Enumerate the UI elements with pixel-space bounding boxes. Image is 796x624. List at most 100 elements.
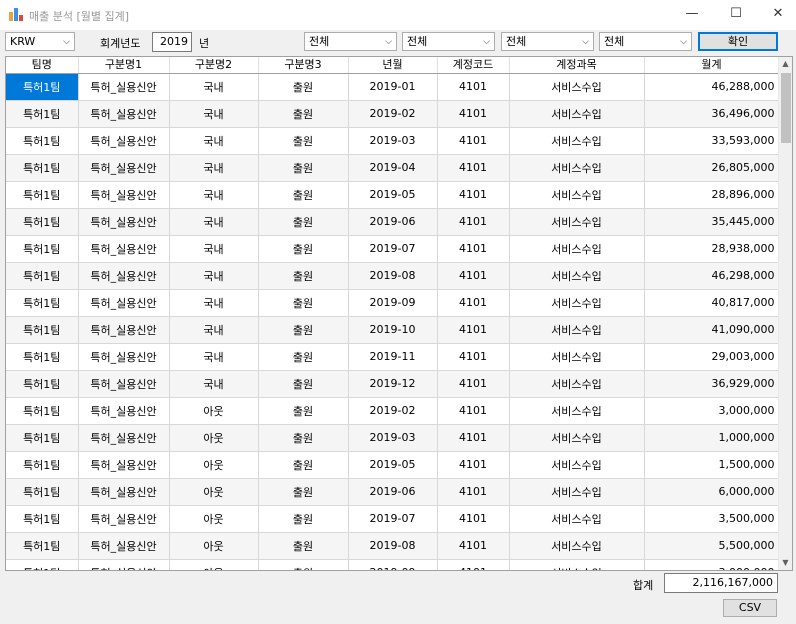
maximize-button[interactable]: ☐ — [718, 0, 754, 30]
table-cell[interactable]: 4101 — [437, 154, 510, 182]
table-cell[interactable]: 35,445,000 — [644, 208, 780, 236]
table-cell[interactable]: 서비스수입 — [509, 397, 645, 425]
table-cell[interactable]: 특허1팀 — [6, 181, 79, 209]
table-cell[interactable]: 2019-01 — [348, 73, 438, 101]
table-cell[interactable]: 아웃 — [169, 478, 259, 506]
table-row[interactable]: 특허1팀 특허_실용신안 아웃 출원 2019-03 4101 서비스수입 1,000,000 — [6, 424, 780, 452]
column-header[interactable]: 년월 — [348, 57, 438, 74]
table-row[interactable]: 특허1팀 특허_실용신안 국내 출원 2019-08 4101 서비스수입 46,298,00… — [6, 262, 780, 290]
category3-select[interactable]: 전체 ⌵ — [501, 32, 594, 51]
table-cell[interactable]: 특허1팀 — [6, 289, 79, 317]
category1-select[interactable]: 전체 ⌵ — [304, 32, 397, 51]
table-cell[interactable]: 서비스수입 — [509, 154, 645, 182]
table-row[interactable]: 특허1팀 특허_실용신안 국내 출원 2019-05 4101 서비스수입 28,896,00… — [6, 181, 780, 209]
csv-export-button[interactable]: CSV — [723, 599, 777, 617]
table-cell[interactable]: 2019-02 — [348, 397, 438, 425]
table-cell[interactable]: 아웃 — [169, 397, 259, 425]
table-cell[interactable]: 특허1팀 — [6, 397, 79, 425]
table-cell[interactable]: 1,000,000 — [644, 424, 780, 452]
table-cell[interactable]: 출원 — [258, 478, 349, 506]
table-cell[interactable]: 출원 — [258, 289, 349, 317]
table-cell[interactable]: 서비스수입 — [509, 424, 645, 452]
table-cell[interactable]: 출원 — [258, 451, 349, 479]
table-cell[interactable]: 국내 — [169, 235, 259, 263]
table-cell[interactable]: 국내 — [169, 154, 259, 182]
table-cell[interactable]: 특허1팀 — [6, 127, 79, 155]
data-grid[interactable]: 팀명 구분명1 구분명2 구분명3 년월 계정코드 계정과목 월계 특허1팀 특허… — [5, 56, 793, 571]
table-cell[interactable]: 4101 — [437, 181, 510, 209]
table-cell[interactable]: 서비스수입 — [509, 505, 645, 533]
table-cell[interactable]: 특허_실용신안 — [78, 370, 170, 398]
table-cell[interactable]: 서비스수입 — [509, 451, 645, 479]
table-cell[interactable]: 특허1팀 — [6, 100, 79, 128]
table-cell[interactable]: 28,896,000 — [644, 181, 780, 209]
table-cell[interactable]: 서비스수입 — [509, 100, 645, 128]
table-cell[interactable]: 출원 — [258, 424, 349, 452]
table-cell[interactable]: 4101 — [437, 559, 510, 570]
column-header[interactable]: 팀명 — [6, 57, 79, 74]
table-cell[interactable]: 출원 — [258, 100, 349, 128]
table-cell[interactable]: 특허1팀 — [6, 208, 79, 236]
table-cell[interactable]: 특허_실용신안 — [78, 235, 170, 263]
table-cell[interactable]: 아웃 — [169, 451, 259, 479]
table-cell[interactable]: 4101 — [437, 343, 510, 371]
table-cell[interactable]: 2019-07 — [348, 235, 438, 263]
table-cell[interactable]: 특허_실용신안 — [78, 505, 170, 533]
table-cell[interactable]: 3,000,000 — [644, 559, 780, 570]
table-cell[interactable]: 26,805,000 — [644, 154, 780, 182]
table-cell[interactable]: 특허_실용신안 — [78, 397, 170, 425]
minimize-button[interactable]: — — [674, 0, 710, 30]
table-row[interactable]: 특허1팀 특허_실용신안 국내 출원 2019-06 4101 서비스수입 35,445,00… — [6, 208, 780, 236]
table-cell[interactable]: 2019-09 — [348, 559, 438, 570]
table-cell[interactable]: 특허_실용신안 — [78, 262, 170, 290]
table-row[interactable]: 특허1팀 특허_실용신안 국내 출원 2019-01 4101 서비스수입 46,288,00… — [6, 73, 780, 101]
table-cell[interactable]: 특허_실용신안 — [78, 154, 170, 182]
table-cell[interactable]: 국내 — [169, 127, 259, 155]
table-cell[interactable]: 46,298,000 — [644, 262, 780, 290]
table-cell[interactable]: 3,500,000 — [644, 505, 780, 533]
table-row[interactable]: 특허1팀 특허_실용신안 아웃 출원 2019-05 4101 서비스수입 1,500,000 — [6, 451, 780, 479]
table-cell[interactable]: 출원 — [258, 505, 349, 533]
table-cell[interactable]: 서비스수입 — [509, 478, 645, 506]
close-button[interactable]: ✕ — [760, 0, 796, 30]
table-cell[interactable]: 특허1팀 — [6, 478, 79, 506]
table-cell[interactable]: 2019-06 — [348, 208, 438, 236]
table-cell[interactable]: 서비스수입 — [509, 316, 645, 344]
table-cell[interactable]: 출원 — [258, 73, 349, 101]
table-cell[interactable]: 2019-07 — [348, 505, 438, 533]
table-cell[interactable]: 40,817,000 — [644, 289, 780, 317]
table-row[interactable]: 특허1팀 특허_실용신안 아웃 출원 2019-02 4101 서비스수입 3,000,000 — [6, 397, 780, 425]
table-cell[interactable]: 특허_실용신안 — [78, 451, 170, 479]
table-cell[interactable]: 서비스수입 — [509, 208, 645, 236]
table-cell[interactable]: 특허_실용신안 — [78, 532, 170, 560]
table-cell[interactable]: 국내 — [169, 100, 259, 128]
table-row[interactable]: 특허1팀 특허_실용신안 아웃 출원 2019-07 4101 서비스수입 3,500,000 — [6, 505, 780, 533]
table-cell[interactable]: 출원 — [258, 208, 349, 236]
table-cell[interactable]: 4101 — [437, 100, 510, 128]
table-cell[interactable]: 특허1팀 — [6, 370, 79, 398]
table-cell[interactable]: 출원 — [258, 127, 349, 155]
table-cell[interactable]: 2019-10 — [348, 316, 438, 344]
table-cell[interactable]: 4101 — [437, 370, 510, 398]
scrollbar-thumb[interactable] — [781, 73, 791, 143]
table-cell[interactable]: 출원 — [258, 181, 349, 209]
column-header[interactable]: 계정코드 — [437, 57, 510, 74]
table-cell[interactable]: 2019-08 — [348, 262, 438, 290]
table-cell[interactable]: 특허_실용신안 — [78, 73, 170, 101]
table-cell[interactable]: 출원 — [258, 397, 349, 425]
table-cell[interactable]: 국내 — [169, 370, 259, 398]
table-cell[interactable]: 서비스수입 — [509, 289, 645, 317]
vertical-scrollbar[interactable]: ▲ ▼ — [778, 57, 792, 570]
table-row[interactable]: 특허1팀 특허_실용신안 아웃 출원 2019-06 4101 서비스수입 6,000,000 — [6, 478, 780, 506]
table-row[interactable]: 특허1팀 특허_실용신안 국내 출원 2019-07 4101 서비스수입 28,938,00… — [6, 235, 780, 263]
table-cell[interactable]: 4101 — [437, 73, 510, 101]
column-header[interactable]: 월계 — [644, 57, 780, 74]
table-cell[interactable]: 특허1팀 — [6, 262, 79, 290]
table-cell[interactable]: 국내 — [169, 289, 259, 317]
table-cell[interactable]: 4101 — [437, 289, 510, 317]
table-cell[interactable]: 4101 — [437, 127, 510, 155]
table-row[interactable]: 특허1팀 특허_실용신안 국내 출원 2019-03 4101 서비스수입 33,593,00… — [6, 127, 780, 155]
table-cell[interactable]: 특허_실용신안 — [78, 127, 170, 155]
table-row[interactable]: 특허1팀 특허_실용신안 국내 출원 2019-11 4101 서비스수입 29,003,00… — [6, 343, 780, 371]
table-cell[interactable]: 특허1팀 — [6, 154, 79, 182]
